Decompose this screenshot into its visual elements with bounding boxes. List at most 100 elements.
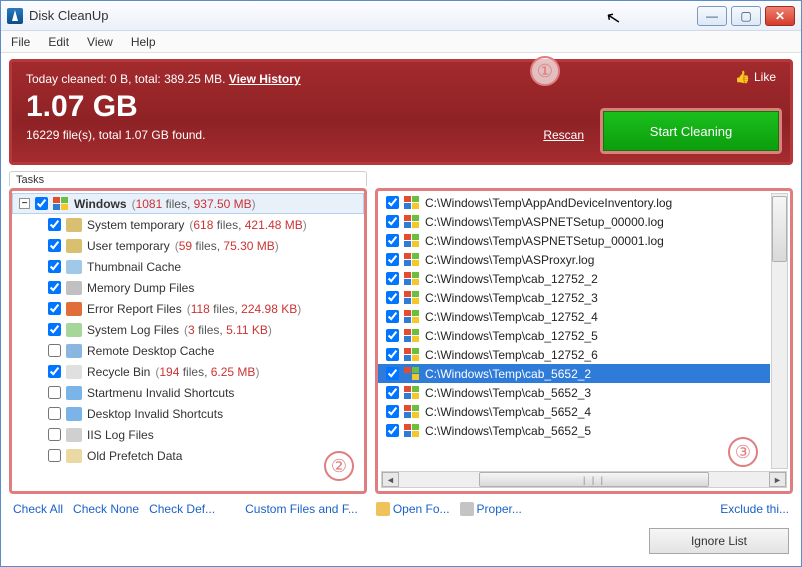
- task-item[interactable]: Error Report Files (118 files, 224.98 KB…: [12, 298, 364, 319]
- file-path: C:\Windows\Temp\cab_5652_3: [425, 386, 591, 400]
- file-row[interactable]: C:\Windows\Temp\AppAndDeviceInventory.lo…: [378, 193, 770, 212]
- menu-view[interactable]: View: [87, 35, 113, 49]
- file-icon: [404, 367, 420, 381]
- task-label: Error Report Files: [87, 302, 182, 316]
- task-checkbox[interactable]: [48, 344, 61, 357]
- task-label: Memory Dump Files: [87, 281, 194, 295]
- file-checkbox[interactable]: [386, 329, 399, 342]
- file-row[interactable]: C:\Windows\Temp\cab_12752_4: [378, 307, 770, 326]
- task-checkbox[interactable]: [48, 428, 61, 441]
- file-row[interactable]: C:\Windows\Temp\ASProxyr.log: [378, 250, 770, 269]
- close-button[interactable]: ✕: [765, 6, 795, 26]
- task-item[interactable]: System Log Files (3 files, 5.11 KB): [12, 319, 364, 340]
- file-path: C:\Windows\Temp\cab_12752_5: [425, 329, 598, 343]
- file-row[interactable]: C:\Windows\Temp\cab_5652_5: [378, 421, 770, 440]
- like-button[interactable]: 👍 Like: [735, 70, 776, 84]
- files-horizontal-scrollbar[interactable]: ◄ | | | ►: [381, 471, 787, 488]
- menu-file[interactable]: File: [11, 35, 30, 49]
- file-row[interactable]: C:\Windows\Temp\cab_12752_5: [378, 326, 770, 345]
- task-item-icon: [66, 449, 82, 463]
- ignore-list-button[interactable]: Ignore List: [649, 528, 789, 554]
- menu-help[interactable]: Help: [131, 35, 156, 49]
- task-item-icon: [66, 218, 82, 232]
- task-checkbox[interactable]: [48, 449, 61, 462]
- task-checkbox[interactable]: [48, 407, 61, 420]
- file-row[interactable]: C:\Windows\Temp\cab_5652_4: [378, 402, 770, 421]
- task-label: User temporary: [87, 239, 170, 253]
- file-row[interactable]: C:\Windows\Temp\cab_5652_3: [378, 383, 770, 402]
- check-none-link[interactable]: Check None: [73, 502, 139, 516]
- file-checkbox[interactable]: [386, 196, 399, 209]
- task-checkbox[interactable]: [48, 386, 61, 399]
- file-row[interactable]: C:\Windows\Temp\cab_12752_2: [378, 269, 770, 288]
- task-checkbox[interactable]: [48, 281, 61, 294]
- task-item[interactable]: Remote Desktop Cache: [12, 340, 364, 361]
- task-checkbox[interactable]: [48, 323, 61, 336]
- task-checkbox[interactable]: [48, 239, 61, 252]
- task-item-icon: [66, 323, 82, 337]
- maximize-button[interactable]: ▢: [731, 6, 761, 26]
- task-item[interactable]: Recycle Bin (194 files, 6.25 MB): [12, 361, 364, 382]
- file-checkbox[interactable]: [386, 253, 399, 266]
- file-row[interactable]: C:\Windows\Temp\ASPNETSetup_00001.log: [378, 231, 770, 250]
- file-icon: [404, 386, 420, 400]
- windows-icon: [53, 197, 69, 211]
- minimize-button[interactable]: —: [697, 6, 727, 26]
- task-item[interactable]: Memory Dump Files: [12, 277, 364, 298]
- file-row[interactable]: C:\Windows\Temp\ASPNETSetup_00000.log: [378, 212, 770, 231]
- task-item[interactable]: Startmenu Invalid Shortcuts: [12, 382, 364, 403]
- file-checkbox[interactable]: [386, 405, 399, 418]
- task-item[interactable]: User temporary (59 files, 75.30 MB): [12, 235, 364, 256]
- open-folder-link[interactable]: Open Fo...: [376, 502, 450, 516]
- file-row[interactable]: C:\Windows\Temp\cab_5652_2: [378, 364, 770, 383]
- link-toolbar: Check All Check None Check Def... Custom…: [1, 498, 801, 522]
- task-item[interactable]: IIS Log Files: [12, 424, 364, 445]
- task-item[interactable]: Desktop Invalid Shortcuts: [12, 403, 364, 424]
- file-path: C:\Windows\Temp\cab_12752_3: [425, 291, 598, 305]
- file-checkbox[interactable]: [386, 272, 399, 285]
- task-item[interactable]: Old Prefetch Data: [12, 445, 364, 466]
- properties-icon: [460, 502, 474, 516]
- check-default-link[interactable]: Check Def...: [149, 502, 215, 516]
- rescan-link[interactable]: Rescan: [543, 128, 584, 142]
- custom-files-link[interactable]: Custom Files and F...: [245, 502, 358, 516]
- file-checkbox[interactable]: [386, 291, 399, 304]
- task-checkbox[interactable]: [48, 218, 61, 231]
- task-checkbox[interactable]: [48, 302, 61, 315]
- file-row[interactable]: C:\Windows\Temp\cab_12752_3: [378, 288, 770, 307]
- task-checkbox[interactable]: [48, 365, 61, 378]
- file-checkbox[interactable]: [386, 424, 399, 437]
- check-all-link[interactable]: Check All: [13, 502, 63, 516]
- task-checkbox[interactable]: [48, 260, 61, 273]
- file-icon: [404, 196, 420, 210]
- file-path: C:\Windows\Temp\ASPNETSetup_00000.log: [425, 215, 664, 229]
- tasks-label: Tasks: [9, 171, 367, 186]
- task-group-windows[interactable]: −Windows (1081 files, 937.50 MB): [12, 193, 364, 214]
- task-item-icon: [66, 281, 82, 295]
- app-title: Disk CleanUp: [29, 8, 697, 23]
- annotation-badge-3: ③: [728, 437, 758, 467]
- task-checkbox[interactable]: [35, 197, 48, 210]
- file-checkbox[interactable]: [386, 386, 399, 399]
- file-checkbox[interactable]: [386, 215, 399, 228]
- file-path: C:\Windows\Temp\AppAndDeviceInventory.lo…: [425, 196, 672, 210]
- view-history-link[interactable]: View History: [229, 72, 301, 86]
- file-checkbox[interactable]: [386, 348, 399, 361]
- start-cleaning-button[interactable]: Start Cleaning: [603, 111, 779, 151]
- exclude-link[interactable]: Exclude thi...: [720, 502, 789, 516]
- file-checkbox[interactable]: [386, 367, 399, 380]
- file-row[interactable]: C:\Windows\Temp\cab_12752_6: [378, 345, 770, 364]
- files-vertical-scrollbar[interactable]: [771, 193, 788, 469]
- task-label: System temporary: [87, 218, 184, 232]
- task-item-icon: [66, 239, 82, 253]
- task-item[interactable]: Thumbnail Cache: [12, 256, 364, 277]
- file-path: C:\Windows\Temp\ASPNETSetup_00001.log: [425, 234, 664, 248]
- collapse-icon[interactable]: −: [19, 198, 30, 209]
- file-checkbox[interactable]: [386, 234, 399, 247]
- title-bar: Disk CleanUp — ▢ ✕: [1, 1, 801, 31]
- file-path: C:\Windows\Temp\ASProxyr.log: [425, 253, 594, 267]
- properties-link[interactable]: Proper...: [460, 502, 522, 516]
- task-item[interactable]: System temporary (618 files, 421.48 MB): [12, 214, 364, 235]
- file-checkbox[interactable]: [386, 310, 399, 323]
- menu-edit[interactable]: Edit: [48, 35, 69, 49]
